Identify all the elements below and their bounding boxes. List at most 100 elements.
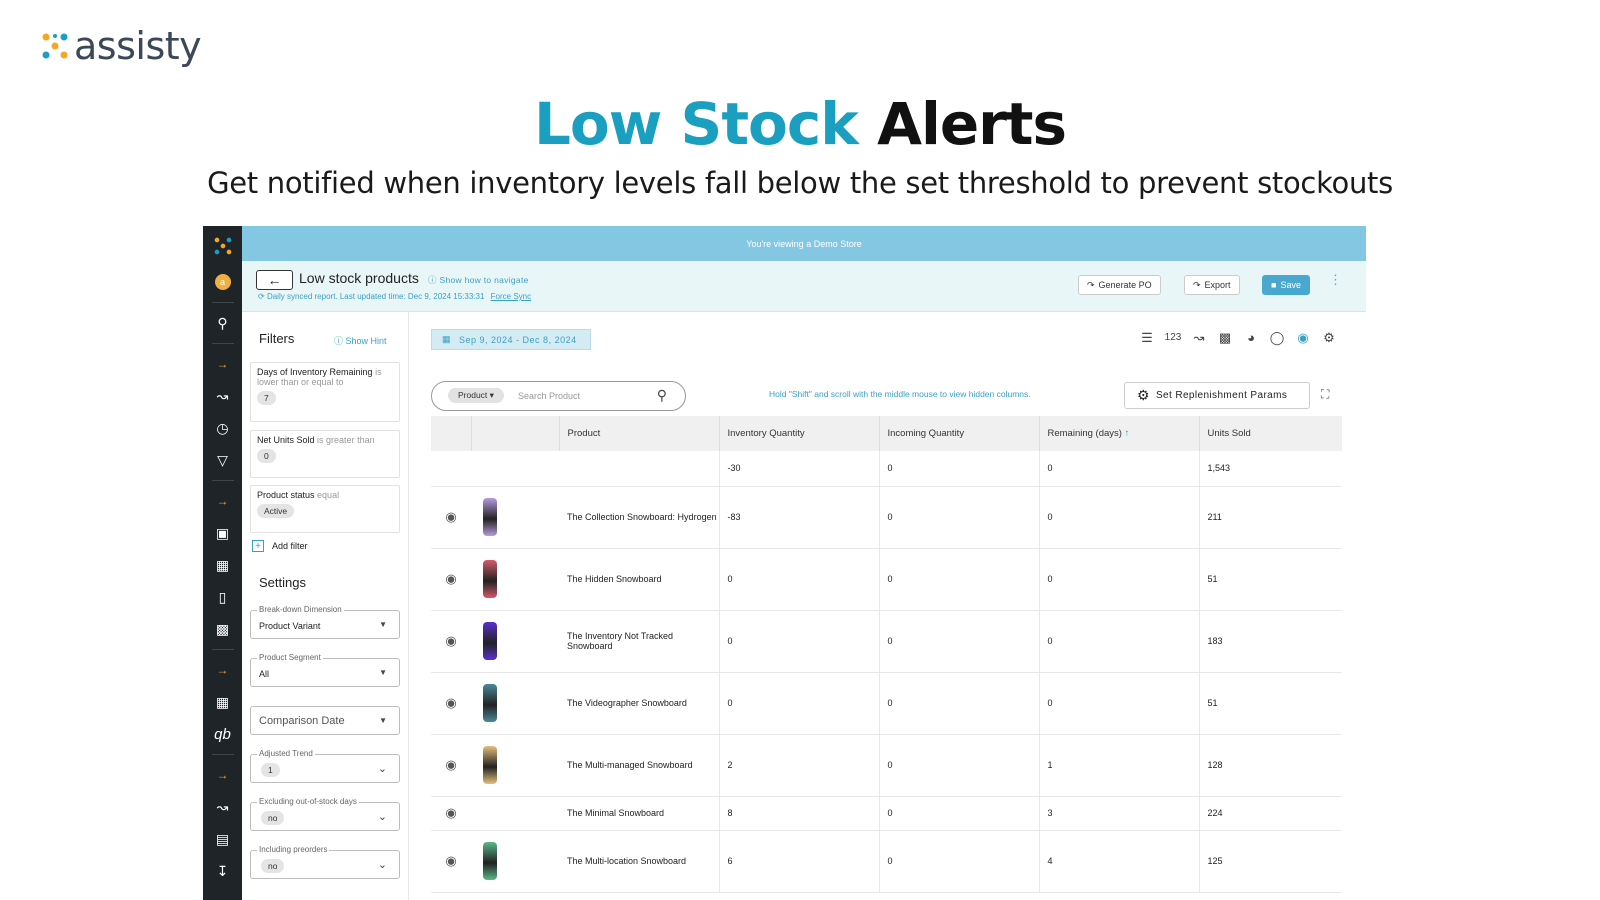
section-arrow-icon[interactable]: → [203, 485, 242, 517]
visibility-toggle[interactable]: ◉ [431, 830, 471, 893]
table-row[interactable]: ◉ The Multi-location Snowboard 6 0 4 125 [431, 830, 1342, 893]
hero-title-accent: Low Stock [533, 90, 859, 158]
calendar-icon: ▦ [442, 334, 452, 344]
product-name[interactable]: The Multi-managed Snowboard [559, 734, 720, 797]
hide-columns-icon[interactable]: ◉ [1294, 330, 1312, 346]
section-arrow-icon[interactable]: → [203, 759, 242, 791]
funnel-icon[interactable]: ▽ [203, 444, 242, 476]
device-icon[interactable]: ▯ [203, 581, 242, 613]
filter-days-remaining[interactable]: Days of Inventory Remaining is lower tha… [250, 362, 400, 422]
date-range-picker[interactable]: ▦ Sep 9, 2024 - Dec 8, 2024 [431, 329, 591, 350]
table-icon[interactable]: ▦ [203, 686, 242, 718]
export-label: Export [1204, 280, 1231, 290]
units-sold: 224 [1199, 796, 1342, 831]
column-header-inventory[interactable]: Inventory Quantity [719, 416, 880, 451]
totals-spacer [431, 451, 471, 487]
product-name[interactable]: The Collection Snowboard: Hydrogen [559, 486, 720, 549]
donut-chart-icon[interactable]: ◯ [1268, 330, 1286, 346]
table-header-row: Product Inventory Quantity Incoming Quan… [431, 416, 1342, 451]
remaining-header-label: Remaining (days) [1047, 428, 1122, 439]
generate-po-button[interactable]: ↷ Generate PO [1078, 275, 1161, 295]
table-row[interactable]: ◉ The Collection Snowboard: Hydrogen -83 0 0… [431, 486, 1342, 549]
quickbooks-icon[interactable]: qb [203, 718, 242, 750]
filter-field: Days of Inventory Remaining [257, 367, 373, 377]
filters-panel: Filters ⓘ Show Hint Days of Inventory Re… [242, 312, 409, 900]
fullscreen-icon[interactable]: ⛶ [1321, 387, 1329, 402]
bar-chart-icon[interactable]: ▩ [1216, 330, 1234, 346]
list-view-icon[interactable]: ☰ [1138, 330, 1156, 346]
back-button[interactable]: ← [256, 270, 293, 290]
save-button[interactable]: ■ Save [1262, 275, 1310, 295]
force-sync-link[interactable]: Force Sync [491, 292, 531, 301]
box-icon[interactable]: ▣ [203, 517, 242, 549]
set-replenishment-params-button[interactable]: ⚙ Set Replenishment Params [1124, 382, 1310, 409]
chevron-down-icon: ⌄ [377, 763, 387, 775]
search-scope-chip[interactable]: Product ▾ [448, 388, 504, 403]
line-chart-icon[interactable]: ↝ [203, 791, 242, 823]
user-avatar[interactable]: a [203, 266, 242, 298]
including-preorders-select[interactable]: Including preorders no ⌄ [250, 845, 400, 879]
pie-chart-icon[interactable]: ◕ [1242, 330, 1260, 346]
product-name[interactable]: The Hidden Snowboard [559, 548, 720, 611]
app-logo-icon[interactable] [203, 226, 242, 266]
search-input[interactable]: Search Product [518, 391, 580, 401]
show-navigation-link[interactable]: ⓘ Show how to navigate [428, 274, 529, 286]
rail-divider [211, 343, 234, 344]
total-inventory: -30 [719, 451, 880, 487]
download-icon[interactable]: ↧ [203, 855, 242, 887]
column-header-incoming[interactable]: Incoming Quantity [879, 416, 1040, 451]
floppy-icon: ■ [1271, 280, 1277, 290]
caret-down-icon: ▼ [379, 620, 387, 629]
adjusted-trend-select[interactable]: Adjusted Trend 1 ⌄ [250, 749, 400, 783]
product-segment-select[interactable]: Product Segment All ▼ [250, 653, 400, 687]
visibility-toggle[interactable]: ◉ [431, 548, 471, 611]
filter-value-chip[interactable]: 7 [257, 391, 276, 405]
filter-net-units-sold[interactable]: Net Units Sold is greater than 0 [250, 430, 400, 478]
filter-value-chip[interactable]: 0 [257, 449, 276, 463]
column-header-product[interactable]: Product [559, 416, 720, 451]
select-label: Product Segment [257, 653, 323, 662]
table-row[interactable]: ◉ The Inventory Not Tracked Snowboard 0 0 0 1… [431, 610, 1342, 673]
show-hint-link[interactable]: ⓘ Show Hint [334, 334, 387, 347]
trend-chart-icon[interactable]: ↝ [203, 380, 242, 412]
line-chart-icon[interactable]: ↝ [1190, 330, 1208, 346]
product-name[interactable]: The Inventory Not Tracked Snowboard [559, 610, 720, 673]
store-icon[interactable]: ▦ [203, 549, 242, 581]
add-filter-button[interactable]: + Add filter [252, 540, 308, 552]
product-name[interactable]: The Multi-location Snowboard [559, 830, 720, 893]
report-icon[interactable]: ▤ [203, 823, 242, 855]
visibility-toggle[interactable]: ◉ [431, 734, 471, 797]
view-toggle-group: ☰ 123 ↝ ▩ ◕ ◯ ◉ ⚙ [1138, 330, 1338, 346]
units-sold: 125 [1199, 830, 1342, 893]
numbers-view-icon[interactable]: 123 [1164, 330, 1182, 346]
filter-value-chip[interactable]: Active [257, 504, 295, 518]
sync-text: Daily synced report. Last updated time: … [266, 292, 485, 301]
visibility-toggle[interactable]: ◉ [431, 486, 471, 549]
bar-chart-icon[interactable]: ▩ [203, 613, 242, 645]
visibility-toggle[interactable]: ◉ [431, 672, 471, 735]
visibility-toggle[interactable]: ◉ [431, 610, 471, 673]
column-settings-icon[interactable]: ⚙ [1320, 330, 1338, 346]
table-row[interactable]: ◉ The Minimal Snowboard 8 0 3 224 [431, 796, 1342, 831]
export-button[interactable]: ↷ Export [1184, 275, 1240, 295]
visibility-toggle[interactable]: ◉ [431, 796, 471, 831]
table-row[interactable]: ◉ The Hidden Snowboard 0 0 0 51 [431, 548, 1342, 611]
section-arrow-icon[interactable]: → [203, 654, 242, 686]
eye-icon: ◉ [445, 757, 457, 772]
comparison-date-select[interactable]: Comparison Date ▼ [250, 706, 400, 735]
section-arrow-icon[interactable]: → [203, 348, 242, 380]
clock-icon[interactable]: ◷ [203, 412, 242, 444]
more-menu-icon[interactable]: ⋮ [1329, 273, 1342, 286]
magnifier-icon[interactable]: ⚲ [657, 387, 667, 404]
search-icon[interactable]: ⚲ [203, 307, 242, 339]
column-header-units-sold[interactable]: Units Sold [1199, 416, 1342, 451]
product-name[interactable]: The Minimal Snowboard [559, 796, 720, 831]
table-row[interactable]: ◉ The Multi-managed Snowboard 2 0 1 128 [431, 734, 1342, 797]
filter-product-status[interactable]: Product status equal Active [250, 485, 400, 533]
excluding-out-of-stock-select[interactable]: Excluding out-of-stock days no ⌄ [250, 797, 400, 831]
product-thumbnail [483, 746, 497, 784]
column-header-remaining[interactable]: Remaining (days) ↑ [1039, 416, 1200, 451]
table-row[interactable]: ◉ The Videographer Snowboard 0 0 0 51 [431, 672, 1342, 735]
product-name[interactable]: The Videographer Snowboard [559, 672, 720, 735]
breakdown-dimension-select[interactable]: Break-down Dimension Product Variant ▼ [250, 605, 400, 639]
